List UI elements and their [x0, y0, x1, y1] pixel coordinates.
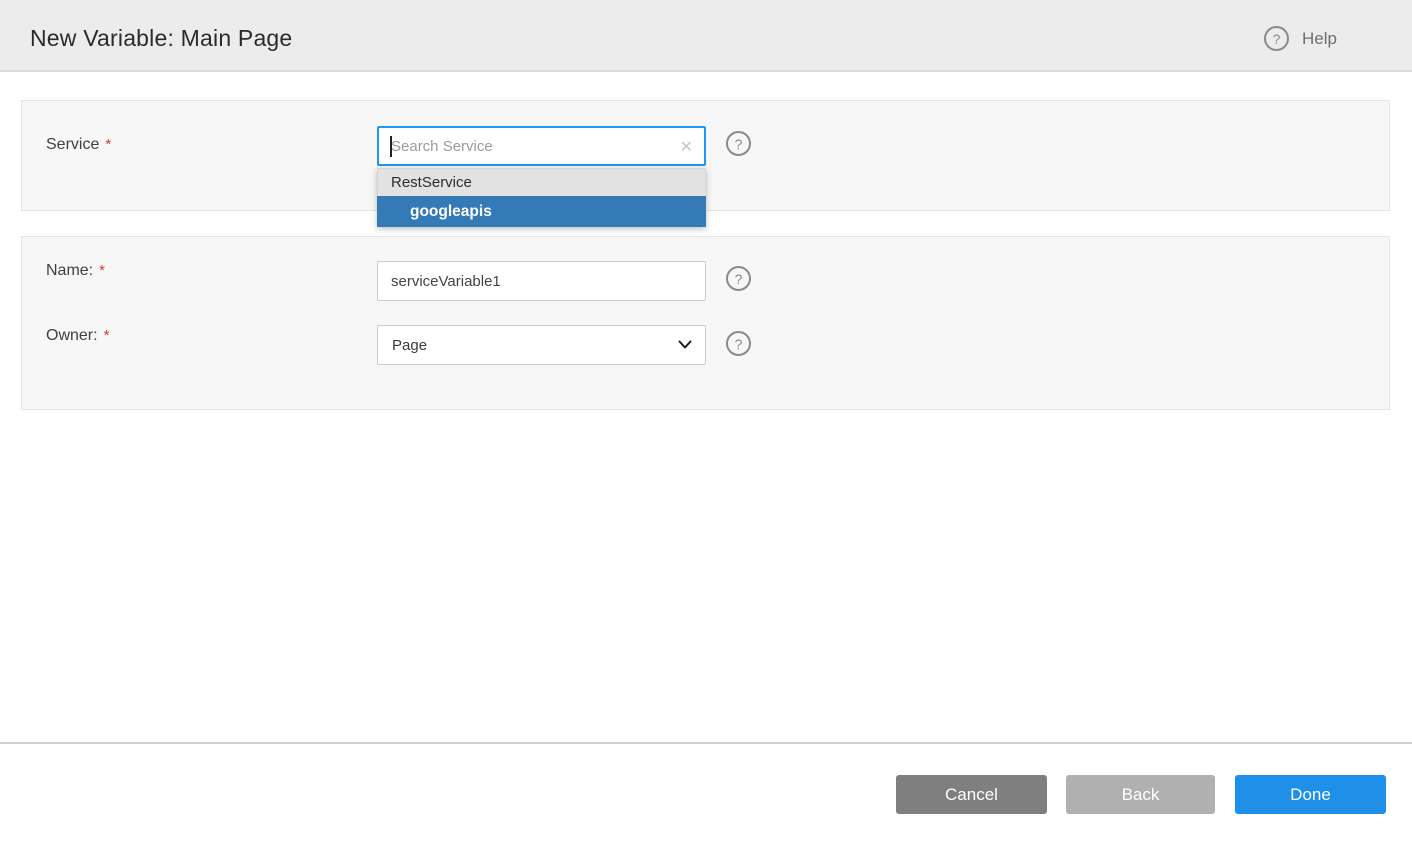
dropdown-group-restservice[interactable]: RestService [377, 168, 706, 196]
service-required-marker: * [105, 136, 111, 153]
dropdown-option-googleapis[interactable]: googleapis [377, 196, 706, 227]
back-button[interactable]: Back [1066, 775, 1215, 814]
owner-select[interactable]: Page [377, 325, 706, 365]
owner-required-marker: * [104, 327, 110, 344]
owner-select-value: Page [392, 337, 427, 354]
name-input[interactable] [377, 261, 706, 301]
owner-label: Owner: * [46, 327, 109, 345]
service-label-text: Service [46, 136, 99, 153]
new-variable-dialog: New Variable: Main Page ? Help Service* … [0, 0, 1412, 846]
footer-divider [0, 742, 1412, 744]
clear-search-icon[interactable]: ✕ [680, 137, 693, 157]
help-icon: ? [1264, 26, 1289, 51]
name-help-icon[interactable]: ? [726, 266, 751, 291]
service-label: Service * [46, 136, 111, 154]
help-label: Help [1302, 29, 1337, 49]
help-button[interactable]: ? Help [1264, 26, 1337, 51]
done-button[interactable]: Done [1235, 775, 1386, 814]
name-label: Name: * [46, 262, 105, 280]
service-search-box: ✕ [377, 126, 706, 166]
owner-help-icon[interactable]: ? [726, 331, 751, 356]
name-label-text: Name: [46, 262, 93, 279]
dialog-header: New Variable: Main Page ? Help [0, 0, 1412, 72]
text-cursor [390, 136, 392, 157]
chevron-down-icon [678, 340, 692, 350]
service-search-input[interactable] [379, 128, 704, 164]
name-required-marker: * [99, 262, 105, 279]
cancel-button[interactable]: Cancel [896, 775, 1047, 814]
page-title: New Variable: Main Page [30, 25, 292, 52]
service-dropdown: RestService googleapis [377, 168, 706, 227]
owner-label-text: Owner: [46, 327, 98, 344]
service-help-icon[interactable]: ? [726, 131, 751, 156]
